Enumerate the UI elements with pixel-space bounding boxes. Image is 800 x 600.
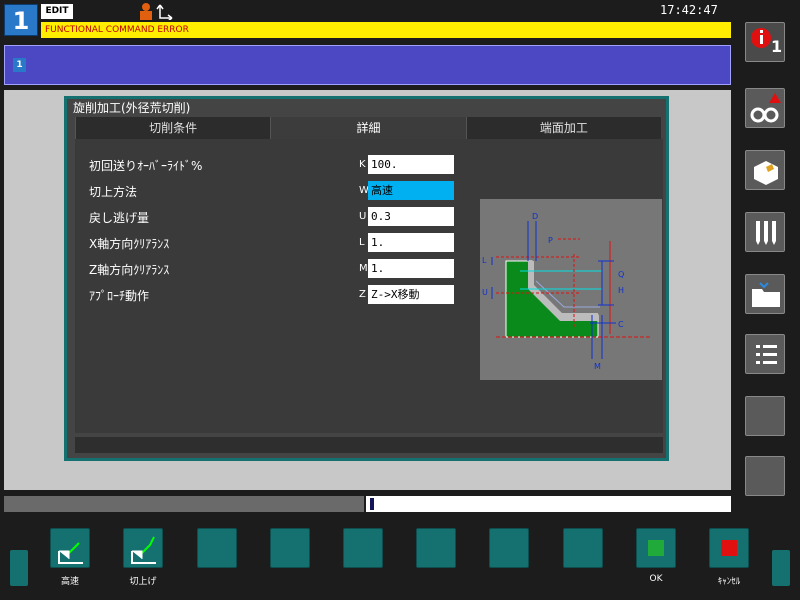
turning-detail-dialog: 旋削加工(外径荒切削) 切削条件 詳細 端面加工 初回送りｵｰﾊﾞｰﾗｲﾄﾞ% … xyxy=(64,96,669,461)
diagram-label-l: L xyxy=(482,256,487,265)
dialog-title: 旋削加工(外径荒切削) xyxy=(67,99,666,117)
machine-status-icons xyxy=(140,3,173,20)
tab-cutting-conditions[interactable]: 切削条件 xyxy=(75,117,271,139)
ok-green-indicator xyxy=(648,540,664,556)
field-row-initial-feed-override: 初回送りｵｰﾊﾞｰﾗｲﾄﾞ% K 100. xyxy=(89,155,459,175)
field-label: 切上方法 xyxy=(89,185,138,199)
alarm-message-button[interactable]: 1 xyxy=(745,22,785,62)
clock: 17:42:47 xyxy=(660,3,718,17)
workpiece-button[interactable] xyxy=(745,150,785,190)
cancel-red-indicator xyxy=(721,540,737,556)
text-cursor xyxy=(370,498,374,510)
field-label: X軸方向ｸﾘｱﾗﾝｽ xyxy=(89,237,170,251)
field-row-z-clearance: Z軸方向ｸﾘｱﾗﾝｽ M 1. xyxy=(89,259,459,279)
field-label: 初回送りｵｰﾊﾞｰﾗｲﾄﾞ% xyxy=(89,159,203,173)
alarm-message-bar: FUNCTIONAL COMMAND ERROR xyxy=(41,22,731,38)
list-button[interactable] xyxy=(745,334,785,374)
diagram-label-u: U xyxy=(482,288,488,297)
softkey-retract[interactable] xyxy=(123,528,163,568)
machine-settings-button[interactable] xyxy=(745,88,785,128)
softkey-ok[interactable] xyxy=(636,528,676,568)
diagram-label-m: M xyxy=(594,362,601,371)
diagram-label-h: H xyxy=(618,286,624,295)
dialog-tabs: 切削条件 詳細 端面加工 xyxy=(75,117,661,139)
softkey-blank-6[interactable] xyxy=(416,528,456,568)
softkey-high-speed[interactable] xyxy=(50,528,90,568)
workpiece-icon xyxy=(754,161,778,185)
sub-header-bar: 1 xyxy=(4,45,731,85)
side-blank-button-1[interactable] xyxy=(745,396,785,436)
tools-icon xyxy=(756,221,776,245)
field-row-x-clearance: X軸方向ｸﾘｱﾗﾝｽ L 1. xyxy=(89,233,459,253)
approach-motion-input[interactable]: Z->X移動 xyxy=(368,285,454,304)
field-address: M xyxy=(359,263,368,274)
path-number-indicator[interactable]: 1 xyxy=(4,4,38,36)
field-label: 戻し逃げ量 xyxy=(89,211,150,225)
alarm-count: 1 xyxy=(771,37,783,56)
softkey-label: ｷｬﾝｾﾙ xyxy=(717,577,741,587)
diagram-label-p: P xyxy=(548,236,553,245)
field-address: Z xyxy=(359,289,366,300)
diagram-label-q: Q xyxy=(618,270,624,279)
diagram-label-c: C xyxy=(618,320,624,329)
cnc-screen: 1 EDIT 17:42:47 FUNCTIONAL COMMAND ERROR… xyxy=(0,0,800,600)
softkey-blank-8[interactable] xyxy=(563,528,603,568)
softkey-cancel[interactable] xyxy=(709,528,749,568)
softkey-blank-3[interactable] xyxy=(197,528,237,568)
list-icon xyxy=(756,345,777,364)
x-clearance-input[interactable]: 1. xyxy=(368,233,454,252)
diagram-label-d: D xyxy=(532,212,538,221)
key-input-line[interactable] xyxy=(366,496,731,512)
retract-icon xyxy=(131,536,156,564)
status-bar xyxy=(4,496,364,512)
softkey-label: 高速 xyxy=(60,577,79,587)
detail-panel: 初回送りｵｰﾊﾞｰﾗｲﾄﾞ% K 100. 切上方法 W 高速 戻し逃げ量 U … xyxy=(75,139,663,433)
tab-face-machining[interactable]: 端面加工 xyxy=(465,117,661,139)
tab-detail[interactable]: 詳細 xyxy=(270,117,466,139)
side-blank-button-2[interactable] xyxy=(745,456,785,496)
softkey-blank-4[interactable] xyxy=(270,528,310,568)
retract-method-input[interactable]: 高速 xyxy=(368,181,454,200)
initial-feed-override-input[interactable]: 100. xyxy=(368,155,454,174)
return-escape-amount-input[interactable]: 0.3 xyxy=(368,207,454,226)
turning-parameter-diagram: D P L U Q H C M xyxy=(480,199,662,380)
softkey-label: OK xyxy=(649,574,663,584)
mode-indicator: EDIT xyxy=(41,4,73,19)
field-address: U xyxy=(359,211,367,222)
tool-data-button[interactable] xyxy=(745,212,785,252)
field-row-return-escape-amount: 戻し逃げ量 U 0.3 xyxy=(89,207,459,227)
program-folder-button[interactable] xyxy=(745,274,785,314)
softkey-blank-5[interactable] xyxy=(343,528,383,568)
gears-icon xyxy=(750,93,781,123)
field-address: K xyxy=(359,159,366,170)
z-clearance-input[interactable]: 1. xyxy=(368,259,454,278)
field-row-approach-motion: ｱﾌﾟﾛｰﾁ動作 Z Z->X移動 xyxy=(89,285,459,305)
softkey-blank-7[interactable] xyxy=(489,528,529,568)
high-speed-retract-icon xyxy=(58,542,83,564)
field-label: ｱﾌﾟﾛｰﾁ動作 xyxy=(89,289,150,303)
softkey-label: 切上げ xyxy=(129,577,157,587)
softkey-next-edge[interactable] xyxy=(772,550,790,586)
robot-icon xyxy=(140,3,152,20)
folder-icon xyxy=(752,282,780,307)
sub-path-badge: 1 xyxy=(13,58,26,72)
axis-icon xyxy=(156,4,173,20)
field-address: L xyxy=(359,237,365,248)
softkey-prev-edge[interactable] xyxy=(10,550,28,586)
field-row-retract-method: 切上方法 W 高速 xyxy=(89,181,459,201)
field-label: Z軸方向ｸﾘｱﾗﾝｽ xyxy=(89,263,170,277)
dialog-message-line xyxy=(75,437,663,453)
